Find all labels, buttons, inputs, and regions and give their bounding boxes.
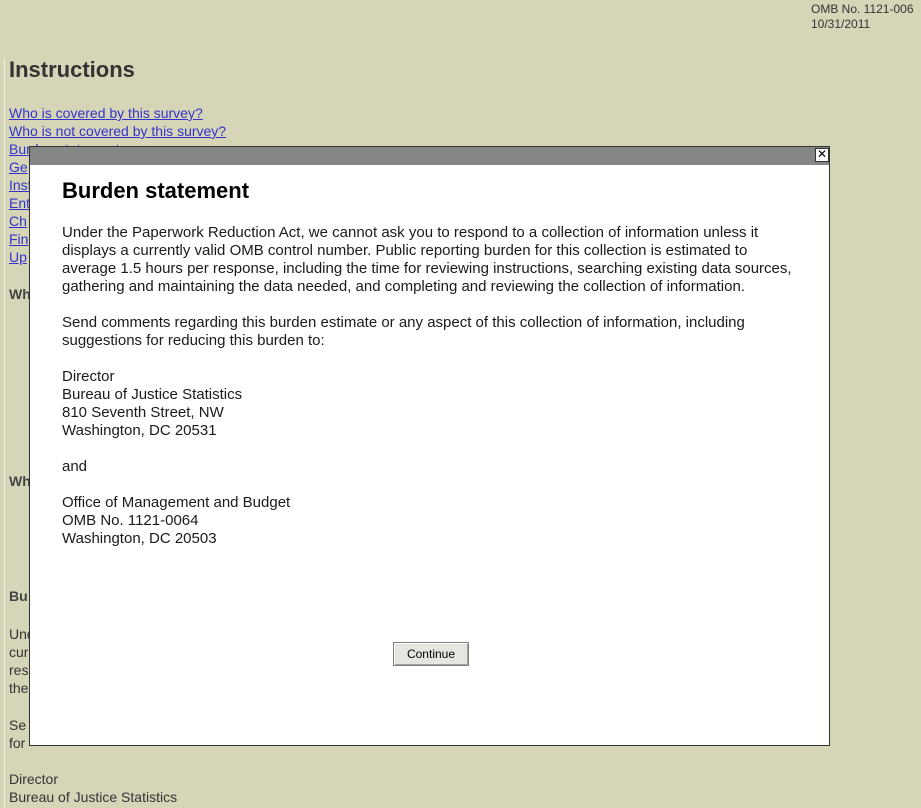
dialog-titlebar: ✕ [30, 147, 829, 165]
address-line: Director [62, 368, 115, 385]
address-line: 810 Seventh Street, NW [62, 404, 224, 421]
paperwork-reduction-paragraph: Under the Paperwork Reduction Act, we ca… [62, 224, 792, 295]
send-comments-paragraph: Send comments regarding this burden esti… [62, 314, 745, 349]
section-heading-who-not-covered: Wh [9, 473, 31, 489]
omb-number: OMB No. 1121-006 [811, 2, 914, 16]
address-omb: Office of Management and Budget OMB No. … [62, 494, 792, 548]
toc-link-who-not-covered[interactable]: Who is not covered by this survey? [9, 122, 226, 140]
background-text-line: for [9, 735, 26, 751]
burden-statement-dialog: ✕ Burden statement Under the Paperwork R… [29, 146, 830, 746]
section-heading-who-covered: Wh [9, 286, 31, 302]
background-text-line: Se [9, 717, 27, 733]
background-address-bureau: Bureau of Justice Statistics [9, 789, 178, 805]
background-text-line: cur [9, 644, 29, 660]
background-text-line: the [9, 680, 29, 696]
page-title: Instructions [9, 57, 135, 82]
background-text-line: res [9, 662, 29, 678]
omb-expiration-date: 10/31/2011 [811, 17, 871, 31]
dialog-body: Burden statement Under the Paperwork Red… [62, 177, 792, 548]
page-left-border [4, 58, 5, 808]
section-heading-burden: Bu [9, 588, 28, 604]
dialog-title: Burden statement [62, 178, 250, 203]
address-bjs: Director Bureau of Justice Statistics 81… [62, 368, 792, 440]
address-line: Washington, DC 20503 [62, 530, 217, 547]
address-line: Washington, DC 20531 [62, 422, 217, 439]
address-line: Bureau of Justice Statistics [62, 386, 243, 403]
conjunction-text: and [62, 458, 88, 475]
background-address-director: Director [9, 771, 59, 787]
omb-info: OMB No. 1121-006 10/31/2011 [811, 2, 914, 32]
toc-link-who-covered[interactable]: Who is covered by this survey? [9, 104, 226, 122]
continue-button[interactable]: Continue [393, 642, 469, 666]
address-line: OMB No. 1121-0064 [62, 512, 199, 529]
address-line: Office of Management and Budget [62, 494, 291, 511]
close-icon[interactable]: ✕ [815, 148, 829, 162]
